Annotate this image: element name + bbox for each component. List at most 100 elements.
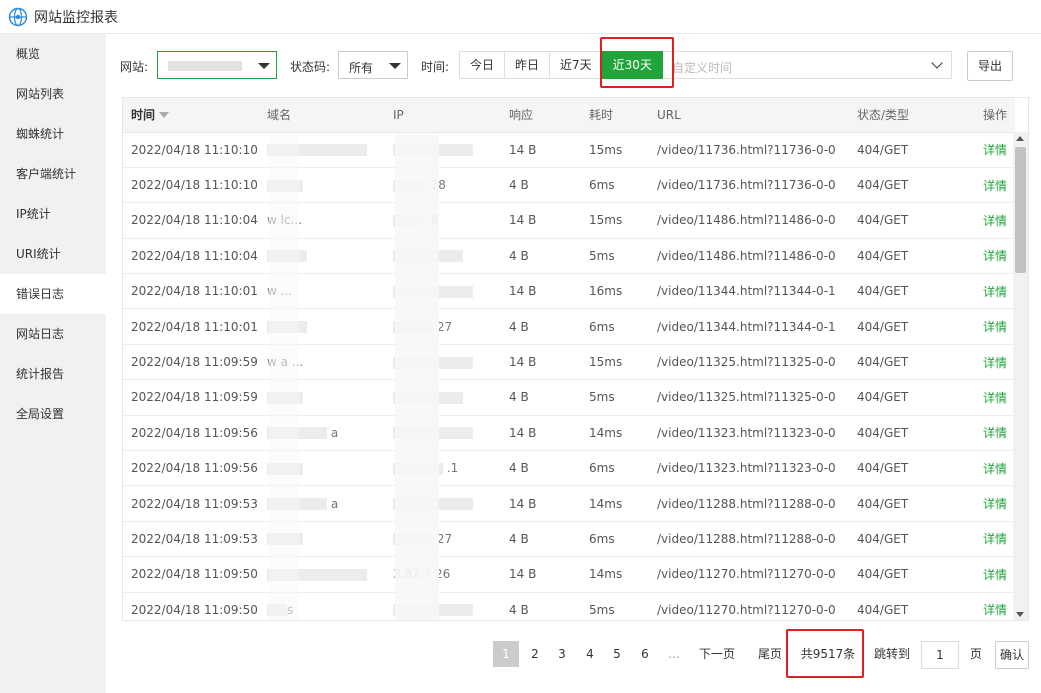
- cell-url: /video/11288.html?11288-0-0: [649, 521, 849, 558]
- detail-link[interactable]: 详情: [983, 179, 1007, 193]
- window-title: 网站监控报表: [34, 9, 118, 26]
- detail-link[interactable]: 详情: [983, 285, 1007, 299]
- detail-link[interactable]: 详情: [983, 356, 1007, 370]
- time-yesterday-button[interactable]: 昨日: [504, 51, 551, 79]
- redacted-mask: [393, 144, 473, 157]
- redacted-mask: [393, 604, 473, 617]
- cell-duration: 5ms: [581, 238, 649, 275]
- scroll-thumb[interactable]: [1015, 147, 1026, 273]
- cell-status: 404/GET: [849, 273, 949, 310]
- redacted-mask: [393, 498, 473, 511]
- redacted-mask: [267, 462, 303, 475]
- cell-action: 详情: [949, 273, 1015, 310]
- cell-url: /video/11323.html?11323-0-0: [649, 415, 849, 452]
- scroll-down-icon[interactable]: [1016, 612, 1024, 617]
- cell-domain: [259, 238, 385, 275]
- sidebar-item-spider-stats[interactable]: 蜘蛛统计: [0, 114, 106, 154]
- sidebar-item-uri-stats[interactable]: URI统计: [0, 234, 106, 274]
- window-titlebar: 网站监控报表: [0, 0, 1041, 34]
- cell-domain: a: [259, 485, 385, 522]
- jump-page-input[interactable]: 1: [921, 641, 959, 669]
- cell-status: 404/GET: [849, 167, 949, 204]
- last-page-button[interactable]: 尾页: [754, 641, 786, 667]
- cell-duration: 14ms: [581, 556, 649, 593]
- table-row: 2022/04/18 11:10:04 4 B 5ms /video/11486…: [123, 238, 1015, 275]
- time-7days-button[interactable]: 近7天: [549, 51, 603, 79]
- cell-url: /video/11736.html?11736-0-0: [649, 132, 849, 168]
- redacted-mask: [393, 533, 433, 546]
- cell-status: 404/GET: [849, 308, 949, 345]
- detail-link[interactable]: 详情: [983, 249, 1007, 263]
- sidebar-item-overview[interactable]: 概览: [0, 34, 106, 74]
- cell-response: 4 B: [501, 308, 581, 345]
- table-row: 2022/04/18 11:09:59 w a ... 14 B 15ms /v…: [123, 344, 1015, 381]
- sidebar-item-site-log[interactable]: 网站日志: [0, 314, 106, 354]
- cell-status: 404/GET: [849, 485, 949, 522]
- status-code-label: 状态码:: [290, 60, 331, 74]
- detail-link[interactable]: 详情: [983, 532, 1007, 546]
- status-code-select[interactable]: 所有: [338, 51, 408, 79]
- redacted-mask: [393, 391, 463, 404]
- cell-response: 14 B: [501, 202, 581, 239]
- cell-time: 2022/04/18 11:10:10: [123, 167, 259, 204]
- detail-link[interactable]: 详情: [983, 391, 1007, 405]
- error-log-table: 时间 域名 IP 响应 耗时 URL 状态/类型 操作 2022/04/18 1…: [122, 97, 1029, 621]
- cell-url: /video/11270.html?11270-0-0: [649, 556, 849, 593]
- sidebar-item-client-stats[interactable]: 客户端统计: [0, 154, 106, 194]
- cell-duration: 5ms: [581, 379, 649, 416]
- cell-action: 详情: [949, 238, 1015, 275]
- detail-link[interactable]: 详情: [983, 462, 1007, 476]
- detail-link[interactable]: 详情: [983, 214, 1007, 228]
- column-header-time[interactable]: 时间: [123, 98, 259, 133]
- table-row: 2022/04/18 11:09:56 .1 4 B 6ms /video/11…: [123, 450, 1015, 487]
- scroll-up-icon[interactable]: [1016, 136, 1024, 141]
- detail-link[interactable]: 详情: [983, 497, 1007, 511]
- table-row: 2022/04/18 11:10:10 14 B 15ms /video/117…: [123, 132, 1015, 168]
- page-6-button[interactable]: 6: [632, 641, 658, 667]
- column-header-action: 操作: [949, 98, 1015, 133]
- cell-duration: 5ms: [581, 592, 649, 620]
- detail-link[interactable]: 详情: [983, 568, 1007, 582]
- detail-link[interactable]: 详情: [983, 603, 1007, 617]
- cell-url: /video/11325.html?11325-0-0: [649, 379, 849, 416]
- page-4-button[interactable]: 4: [577, 641, 603, 667]
- site-select[interactable]: [157, 51, 277, 79]
- time-30days-button[interactable]: 近30天: [601, 51, 663, 79]
- detail-link[interactable]: 详情: [983, 143, 1007, 157]
- cell-ip: [385, 238, 501, 275]
- column-header-status: 状态/类型: [849, 98, 949, 133]
- cell-ip: 27: [385, 521, 501, 558]
- next-page-button[interactable]: 下一页: [694, 641, 740, 667]
- page-1-button[interactable]: 1: [493, 641, 519, 667]
- site-label: 网站:: [120, 60, 149, 74]
- cell-ip: 27: [385, 308, 501, 345]
- table-row: 2022/04/18 11:09:53 27 4 B 6ms /video/11…: [123, 521, 1015, 558]
- page-2-button[interactable]: 2: [522, 641, 548, 667]
- caret-down-icon: [389, 63, 401, 69]
- sidebar-item-report[interactable]: 统计报告: [0, 354, 106, 394]
- column-header-ip: IP: [385, 98, 501, 133]
- sidebar-item-global-settings[interactable]: 全局设置: [0, 394, 106, 434]
- table-scrollbar[interactable]: [1013, 132, 1028, 620]
- cell-status: 404/GET: [849, 202, 949, 239]
- cell-response: 4 B: [501, 450, 581, 487]
- detail-link[interactable]: 详情: [983, 320, 1007, 334]
- column-header-url: URL: [649, 98, 849, 133]
- cell-duration: 15ms: [581, 202, 649, 239]
- cell-domain: [259, 308, 385, 345]
- cell-status: 404/GET: [849, 415, 949, 452]
- confirm-jump-button[interactable]: 确认: [995, 641, 1029, 669]
- page-3-button[interactable]: 3: [549, 641, 575, 667]
- cell-duration: 6ms: [581, 308, 649, 345]
- detail-link[interactable]: 详情: [983, 426, 1007, 440]
- cell-domain: [259, 556, 385, 593]
- sidebar-item-error-log[interactable]: 错误日志: [0, 274, 106, 314]
- sidebar-item-ip-stats[interactable]: IP统计: [0, 194, 106, 234]
- cell-ip: .8: [385, 202, 501, 239]
- custom-time-picker[interactable]: 自定义时间: [664, 51, 952, 79]
- page-5-button[interactable]: 5: [604, 641, 630, 667]
- export-button[interactable]: 导出: [967, 51, 1013, 81]
- redacted-mask: [267, 498, 327, 511]
- time-today-button[interactable]: 今日: [459, 51, 506, 79]
- sidebar-item-site-list[interactable]: 网站列表: [0, 74, 106, 114]
